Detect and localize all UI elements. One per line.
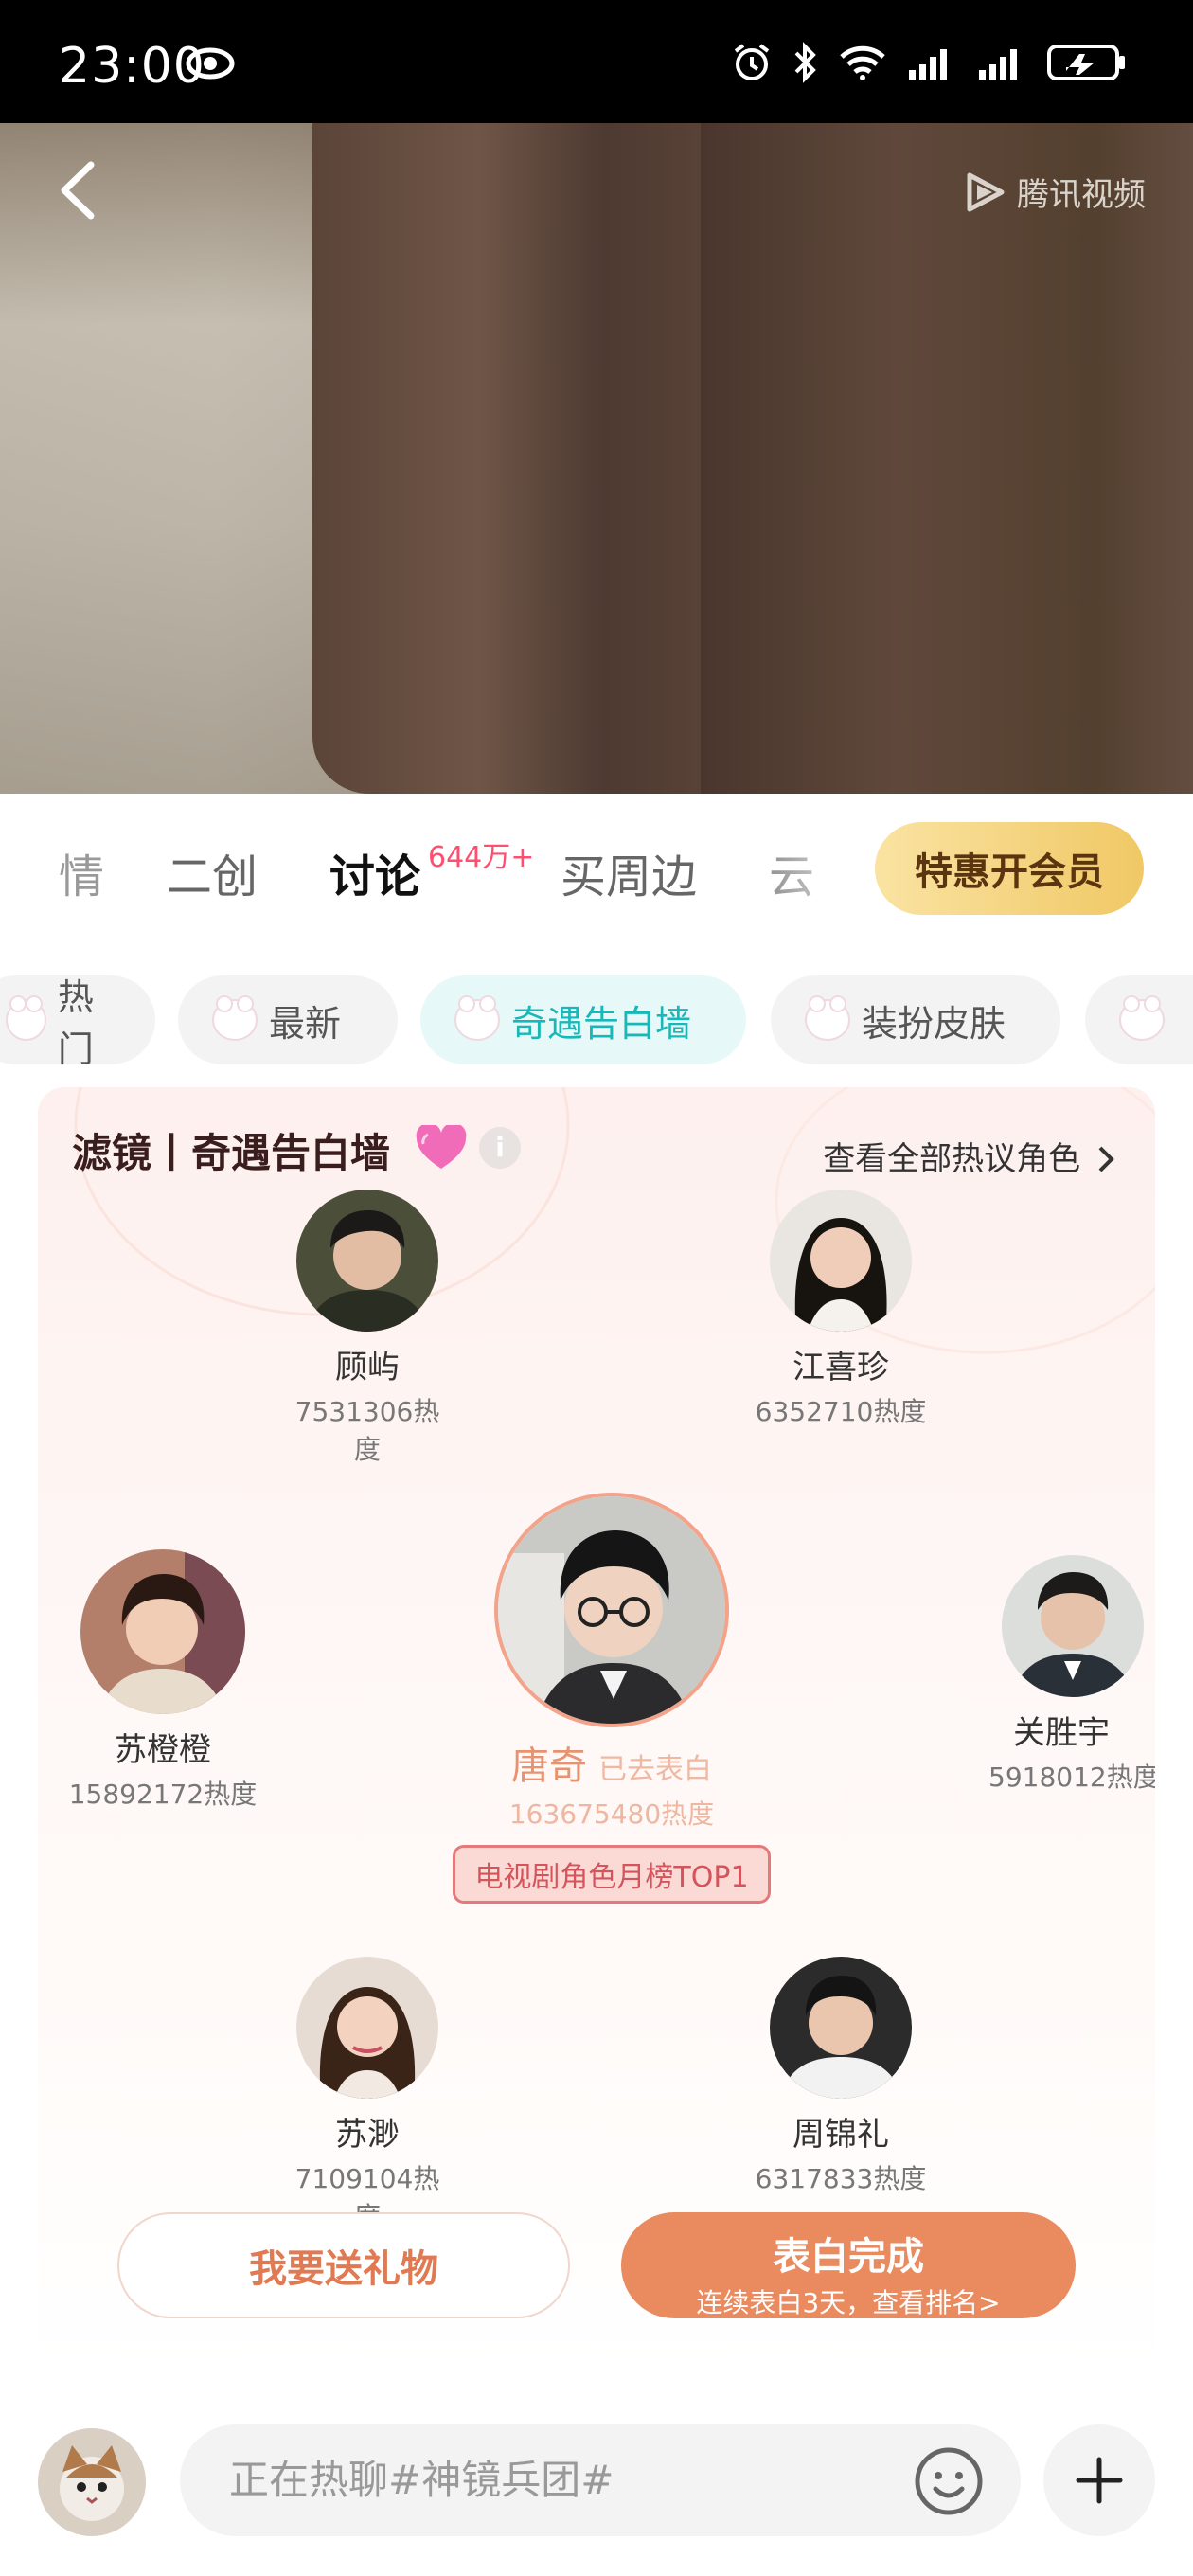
sheep-icon <box>212 995 258 1041</box>
see-all-label: 查看全部热议角色 <box>823 1140 1081 1178</box>
chip-label: 奇遇告白墙 <box>511 1002 692 1045</box>
avatar <box>770 1957 912 2099</box>
character-name: 顾屿 <box>335 1349 400 1386</box>
tab-discussion[interactable]: 讨论 <box>329 839 420 905</box>
status-time: 23:00 <box>59 38 205 95</box>
battery-icon <box>1047 43 1127 86</box>
chip-hot[interactable]: 热门 <box>0 975 155 1070</box>
avatar <box>1002 1555 1144 1697</box>
send-gift-button[interactable]: 我要送礼物 <box>117 2212 570 2318</box>
comment-bar: 正在热聊#神镜兵团# <box>0 2396 1193 2576</box>
chip-label: 热门 <box>57 976 94 1070</box>
featured-heat: 163675480热度 <box>508 1798 715 1830</box>
chip-confession-wall[interactable]: 奇遇告白墙 <box>420 975 746 1064</box>
character-guyu[interactable]: 顾屿 7531306热度 <box>282 1190 453 1467</box>
signal-icon-2 <box>977 44 1026 85</box>
signal-icon <box>907 44 956 85</box>
emoji-icon[interactable] <box>913 2445 985 2521</box>
rank-badge: 电视剧角色月榜TOP1 <box>453 1845 771 1904</box>
vip-button[interactable]: 特惠开会员 <box>875 822 1144 915</box>
alarm-icon <box>731 42 773 87</box>
confession-wall-card: 滤镜丨奇遇告白墙 i 查看全部热议角色 顾屿 7531306热度 江喜珍 635… <box>38 1087 1155 2375</box>
character-heat: 6317833热度 <box>755 2163 927 2194</box>
tab-merch[interactable]: 买周边 <box>561 839 697 905</box>
avatar <box>770 1190 912 1332</box>
chip-label: 最新 <box>269 1002 342 1045</box>
character-name: 苏渺 <box>335 2116 400 2154</box>
status-icons <box>731 42 1127 87</box>
character-heat: 15892172热度 <box>68 1779 258 1810</box>
character-name: 周锦礼 <box>792 2116 889 2154</box>
tabs-fade <box>776 822 881 917</box>
wifi-icon <box>839 44 886 85</box>
back-button[interactable] <box>55 157 102 224</box>
character-name: 苏橙橙 <box>115 1731 211 1769</box>
character-name: 江喜珍 <box>792 1349 889 1386</box>
bluetooth-icon <box>793 42 818 87</box>
video-figure <box>312 123 729 794</box>
heart-icon <box>415 1122 468 1176</box>
avatar <box>80 1549 245 1714</box>
character-name: 关胜宇 <box>1013 1714 1110 1752</box>
brand-logo: 腾讯视频 <box>962 169 1146 215</box>
video-figure-2 <box>701 123 1193 794</box>
chip-label: 装扮皮肤 <box>862 1002 1006 1045</box>
chevron-right-icon <box>1098 1146 1114 1172</box>
chip-skins[interactable]: 装扮皮肤 <box>771 975 1060 1064</box>
character-tangqi-featured[interactable]: 唐奇 已去表白 163675480热度 电视剧角色月榜TOP1 <box>451 1493 773 1904</box>
sheep-icon <box>454 995 500 1041</box>
plus-icon <box>1076 2457 1123 2504</box>
character-jiangxizhen[interactable]: 江喜珍 6352710热度 <box>746 1190 935 1429</box>
comment-input[interactable]: 正在热聊#神镜兵团# <box>180 2424 1021 2536</box>
card-title: 滤镜丨奇遇告白墙 <box>72 1130 391 1176</box>
character-guanshengyu[interactable]: 关胜宇 5918012热度 <box>988 1555 1155 1795</box>
brand-name: 腾讯视频 <box>1017 176 1146 214</box>
add-button[interactable] <box>1043 2424 1155 2536</box>
featured-avatar <box>494 1493 729 1727</box>
character-suchengcheng[interactable]: 苏橙橙 15892172热度 <box>59 1549 267 1812</box>
video-player[interactable]: 腾讯视频 <box>0 123 1193 794</box>
eye-icon <box>186 47 235 83</box>
character-heat: 6352710热度 <box>755 1396 927 1427</box>
confess-complete-button[interactable]: 表白完成 连续表白3天，查看排名> <box>621 2212 1076 2318</box>
tab-erchuang[interactable]: 二创 <box>167 839 258 905</box>
avatar <box>296 1957 438 2099</box>
character-heat: 5918012热度 <box>988 1762 1155 1793</box>
avatar <box>296 1190 438 1332</box>
info-icon[interactable]: i <box>479 1127 521 1169</box>
featured-name-row: 唐奇 已去表白 <box>451 1735 773 1790</box>
user-avatar[interactable] <box>38 2428 146 2536</box>
see-all-link[interactable]: 查看全部热议角色 <box>823 1133 1117 1179</box>
confess-label: 表白完成 <box>773 2235 924 2279</box>
content-tabs: 情 二创 讨论 644万+ 买周边 云 特惠开会员 <box>0 794 1193 936</box>
tab-qing[interactable]: 情 <box>59 839 104 905</box>
sheep-icon <box>1119 995 1165 1041</box>
sheep-icon <box>6 995 46 1041</box>
status-bar: 23:00 <box>0 0 1193 123</box>
discussion-count-badge: 644万+ <box>428 841 535 874</box>
confession-status: 已去表白 <box>598 1753 712 1786</box>
character-sumiao[interactable]: 苏渺 7109104热度 <box>282 1957 453 2234</box>
chip-latest[interactable]: 最新 <box>178 975 398 1064</box>
character-heat: 7531306热度 <box>294 1396 440 1465</box>
sub-chips: 热门 最新 奇遇告白墙 装扮皮肤 <box>0 975 1193 1070</box>
chip-more[interactable] <box>1085 975 1193 1064</box>
confess-sub-label: 连续表白3天，查看排名> <box>696 2287 1001 2318</box>
character-zhoujinli[interactable]: 周锦礼 6317833热度 <box>746 1957 935 2196</box>
sheep-icon <box>805 995 850 1041</box>
featured-name: 唐奇 <box>511 1744 587 1788</box>
play-logo-icon <box>967 172 1005 211</box>
